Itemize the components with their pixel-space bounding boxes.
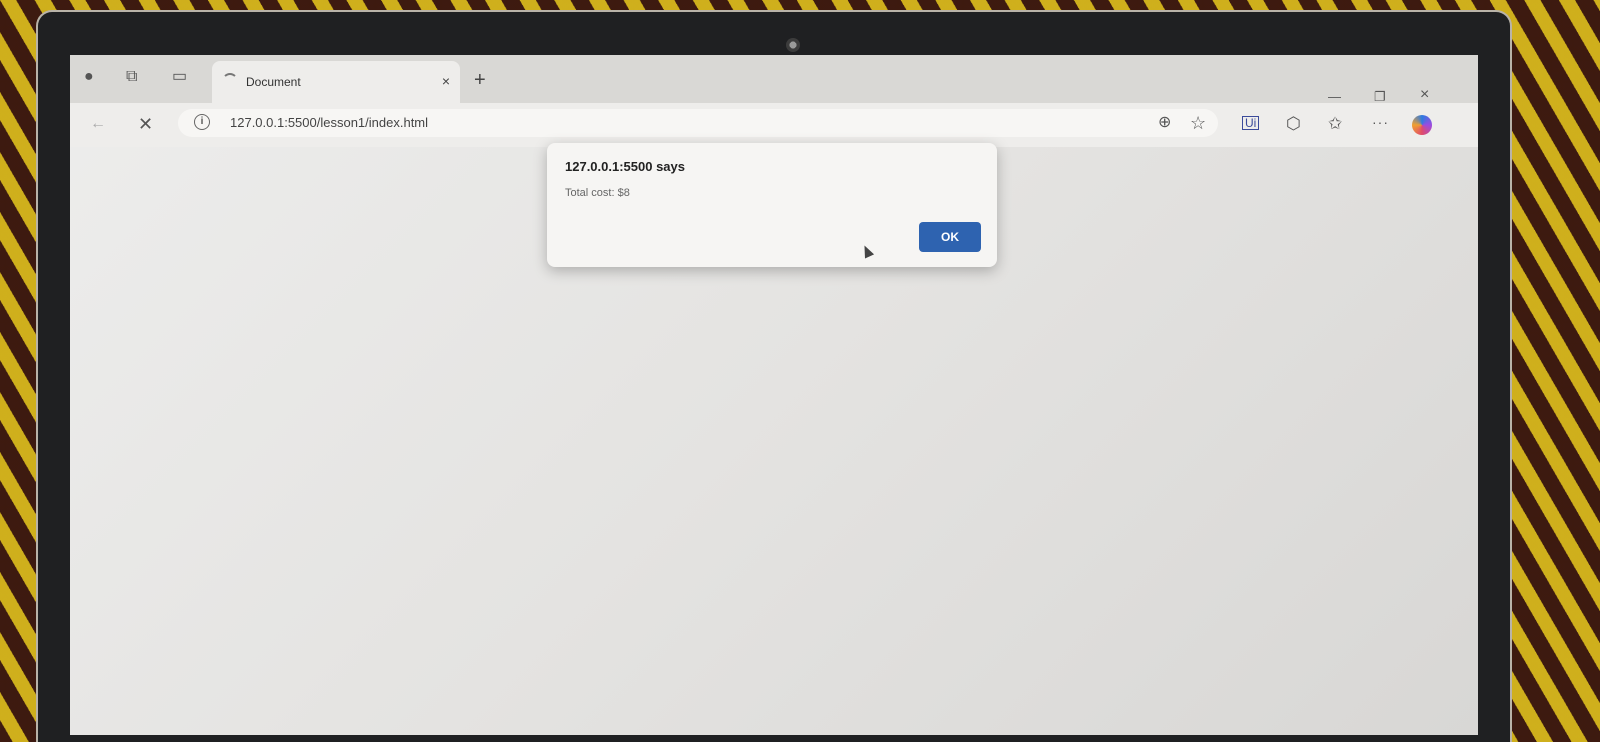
ui-extension-icon[interactable]: Ui — [1242, 116, 1260, 130]
webcam — [786, 38, 800, 52]
url-text[interactable]: 127.0.0.1:5500/lesson1/index.html — [230, 115, 428, 130]
site-info-icon[interactable]: i — [194, 114, 210, 130]
copilot-icon[interactable] — [1412, 115, 1432, 135]
tab-close-icon[interactable]: × — [442, 73, 450, 89]
profile-icon[interactable]: ● — [84, 69, 94, 85]
window-close-icon[interactable]: × — [1420, 86, 1429, 104]
zoom-icon[interactable]: ⊕ — [1158, 115, 1171, 131]
ok-button[interactable]: OK — [919, 222, 981, 252]
more-options-icon[interactable]: ··· — [1372, 115, 1389, 129]
tab-title: Document — [246, 75, 301, 89]
back-icon[interactable]: ← — [90, 116, 106, 132]
tab-actions-icon[interactable]: ▭ — [172, 69, 187, 85]
favorite-star-icon[interactable]: ☆ — [1190, 114, 1206, 132]
address-bar[interactable]: i 127.0.0.1:5500/lesson1/index.html ⊕ ☆ — [178, 109, 1218, 137]
browser-window: ● ⧉ ▭ Document × + — ❐ × ← ✕ i 127.0.0.1… — [70, 55, 1478, 735]
extensions-icon[interactable]: ⬡ — [1286, 115, 1301, 132]
dialog-message: Total cost: $8 — [565, 187, 630, 199]
tab-document[interactable]: Document × — [212, 61, 460, 103]
tab-bar: ● ⧉ ▭ Document × + — ❐ × — [70, 55, 1478, 104]
dialog-title: 127.0.0.1:5500 says — [565, 159, 685, 174]
loading-spinner-icon — [222, 73, 238, 89]
favorites-icon[interactable]: ✩ — [1328, 115, 1342, 132]
workspaces-icon[interactable]: ⧉ — [126, 69, 137, 85]
stop-loading-icon[interactable]: ✕ — [138, 115, 153, 133]
new-tab-icon[interactable]: + — [474, 69, 486, 92]
minimize-icon[interactable]: — — [1328, 89, 1341, 104]
navigation-toolbar: ← ✕ i 127.0.0.1:5500/lesson1/index.html … — [70, 103, 1478, 147]
alert-dialog: 127.0.0.1:5500 says Total cost: $8 OK — [547, 143, 997, 267]
